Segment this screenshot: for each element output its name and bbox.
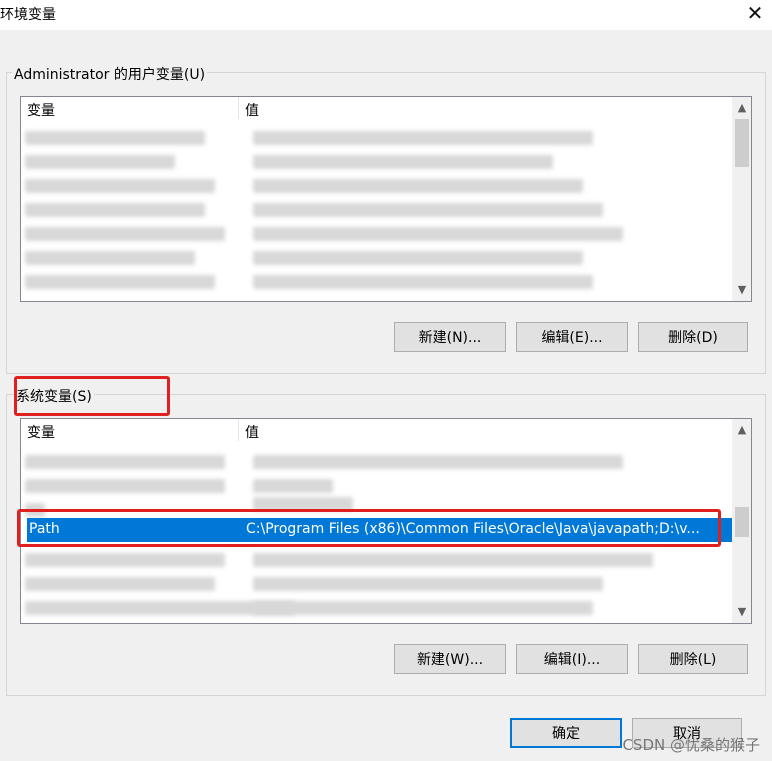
close-icon[interactable]: ✕ bbox=[744, 2, 766, 24]
system-vars-scrollbar[interactable]: ▲ ▼ bbox=[732, 419, 751, 623]
ok-button[interactable]: 确定 bbox=[510, 718, 622, 748]
user-vars-list[interactable]: 变量 值 ▲ ▼ bbox=[20, 96, 752, 302]
system-new-button[interactable]: 新建(W)... bbox=[394, 644, 506, 674]
user-new-button[interactable]: 新建(N)... bbox=[394, 322, 506, 352]
user-edit-button[interactable]: 编辑(E)... bbox=[516, 322, 628, 352]
scroll-thumb[interactable] bbox=[735, 119, 749, 167]
col-header-variable[interactable]: 变量 bbox=[27, 100, 55, 120]
column-divider[interactable] bbox=[238, 419, 239, 441]
scroll-up-icon[interactable]: ▲ bbox=[733, 421, 751, 439]
window-title: 环境变量 bbox=[0, 7, 56, 23]
system-delete-button[interactable]: 删除(L) bbox=[638, 644, 748, 674]
user-vars-scrollbar[interactable]: ▲ ▼ bbox=[732, 97, 751, 301]
user-delete-button[interactable]: 删除(D) bbox=[638, 322, 748, 352]
column-divider[interactable] bbox=[238, 97, 239, 119]
title-bar: 环境变量 ✕ bbox=[0, 0, 772, 30]
user-vars-header: 变量 值 bbox=[21, 97, 751, 119]
scroll-down-icon[interactable]: ▼ bbox=[733, 281, 751, 299]
scroll-down-icon[interactable]: ▼ bbox=[733, 603, 751, 621]
legend-highlight-box bbox=[14, 376, 170, 416]
system-edit-button[interactable]: 编辑(I)... bbox=[516, 644, 628, 674]
scroll-up-icon[interactable]: ▲ bbox=[733, 99, 751, 117]
row-highlight-box bbox=[17, 509, 721, 547]
scroll-thumb[interactable] bbox=[735, 507, 749, 537]
col-header-variable[interactable]: 变量 bbox=[27, 422, 55, 442]
user-vars-legend: Administrator 的用户变量(U) bbox=[12, 64, 208, 84]
watermark: CSDN @忧桑的猴子 bbox=[622, 736, 760, 754]
col-header-value[interactable]: 值 bbox=[245, 422, 259, 442]
col-header-value[interactable]: 值 bbox=[245, 100, 259, 120]
system-vars-header: 变量 值 bbox=[21, 419, 751, 441]
